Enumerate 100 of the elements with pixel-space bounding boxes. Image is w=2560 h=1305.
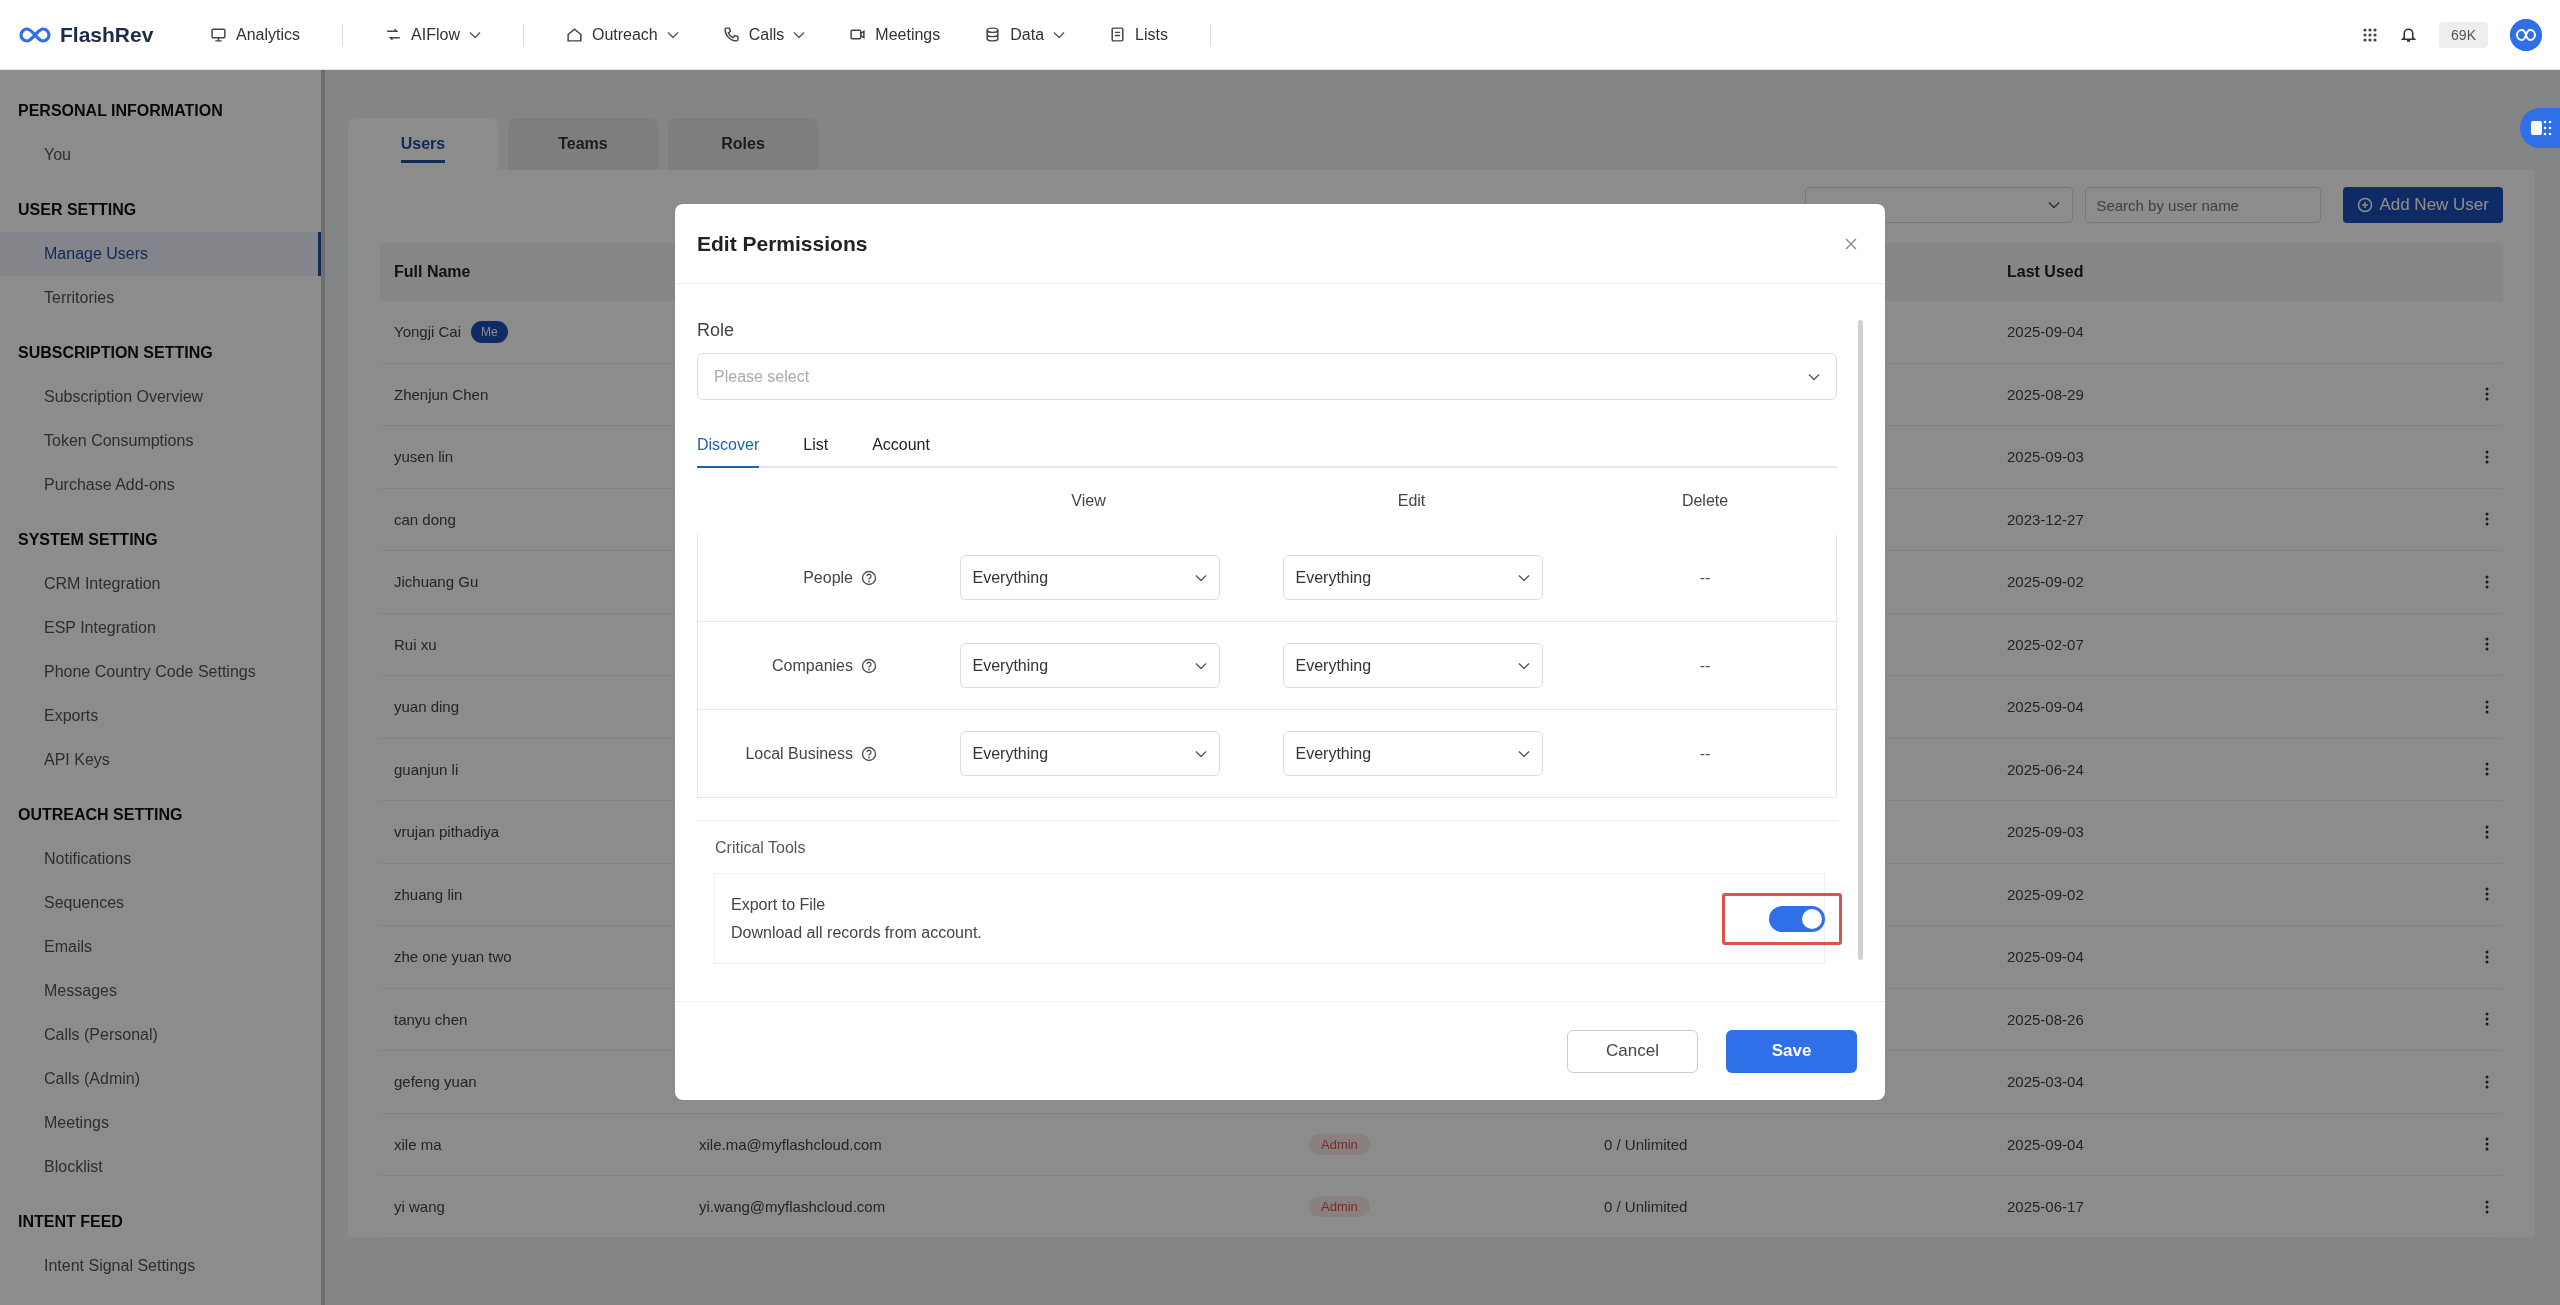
table-cell: -- [1699, 656, 1711, 674]
table-cell: can dong [394, 510, 456, 528]
plus-circle-icon [2357, 197, 2374, 213]
section-title: Critical Tools [714, 839, 807, 857]
table-cell: 2025-09-04 [2007, 948, 2084, 966]
table-cell: 0 / Unlimited [1604, 1135, 1688, 1153]
nav-item[interactable]: Outreach [553, 19, 691, 50]
table-cell: Jichuang Gu [394, 573, 479, 591]
sidebar-item[interactable]: You [0, 133, 321, 177]
tab[interactable]: Users [348, 118, 498, 170]
tab[interactable]: Discover [697, 436, 760, 468]
sidebar-item[interactable]: Territories [0, 276, 321, 320]
sidebar-item[interactable]: Calls (Admin) [0, 1057, 321, 1101]
house-icon [565, 26, 583, 43]
chevron-icon [2048, 201, 2061, 209]
nav-item[interactable]: Data [972, 19, 1078, 50]
tab[interactable]: Account [872, 436, 930, 468]
sidebar-item[interactable]: CRM Integration [0, 562, 321, 606]
table-cell: tanyu chen [394, 1010, 468, 1028]
sidebar-item[interactable]: Sequences [0, 881, 321, 925]
role-dropdown[interactable]: Please select [697, 353, 1837, 400]
nav-item[interactable]: Lists [1097, 19, 1180, 50]
sidebar-item[interactable]: Subscription Overview [0, 375, 321, 419]
edit-dropdown[interactable]: Everything [1282, 555, 1543, 600]
table-cell: 0 / Unlimited [1604, 1198, 1688, 1216]
tab[interactable]: Teams [508, 118, 658, 170]
more-icon[interactable] [2485, 1199, 2489, 1214]
save-button[interactable]: Save [1726, 1029, 1857, 1073]
table-cell: yi.wang@myflashcloud.com [699, 1198, 886, 1216]
section-title: SYSTEM SETTING [17, 530, 159, 550]
section-title: USER SETTING [17, 200, 138, 220]
sidebar-item[interactable]: Token Consumptions [0, 419, 321, 463]
nav-item[interactable]: AIFlow [373, 19, 493, 50]
sidebar-item[interactable]: ESP Integration [0, 606, 321, 650]
row-label: People [803, 568, 853, 587]
more-icon[interactable] [2485, 637, 2489, 652]
nav-item[interactable]: Analytics [198, 19, 313, 50]
bell-icon[interactable] [2400, 26, 2418, 43]
more-icon[interactable] [2485, 387, 2489, 402]
table-cell: Rui xu [394, 635, 437, 653]
sidebar-item[interactable]: Blocklist [0, 1145, 321, 1189]
apps-icon[interactable] [2362, 26, 2379, 43]
sidebar-item[interactable]: API Keys [0, 738, 321, 782]
more-icon[interactable] [2485, 1137, 2489, 1152]
more-icon[interactable] [2485, 574, 2489, 589]
table-cell: 2025-09-03 [2007, 448, 2084, 466]
more-icon[interactable] [2485, 449, 2489, 464]
chevron-icon [1517, 661, 1530, 670]
add-user-button[interactable]: Add New User [2343, 187, 2503, 223]
edit-dropdown[interactable]: Everything [1282, 643, 1543, 688]
toggle-switch[interactable] [1769, 905, 1825, 932]
help-icon [861, 745, 877, 762]
table-cell: 2025-09-04 [2007, 698, 2084, 716]
field-label: Role [697, 320, 736, 341]
credits-badge[interactable]: 69K [2439, 21, 2488, 48]
nav-item[interactable]: Meetings [837, 19, 953, 50]
tool-title: Export to File [731, 895, 827, 914]
table-cell: 2025-09-02 [2007, 885, 2084, 903]
view-dropdown[interactable]: Everything [959, 731, 1220, 776]
more-icon[interactable] [2485, 762, 2489, 777]
view-dropdown[interactable]: Everything [959, 643, 1220, 688]
cancel-button[interactable]: Cancel [1567, 1029, 1698, 1073]
avatar-icon[interactable] [2510, 18, 2542, 51]
sidebar-item[interactable]: Phone Country Code Settings [0, 650, 321, 694]
table-cell: xile.ma@myflashcloud.com [699, 1135, 882, 1153]
table-cell: 2023-12-27 [2007, 510, 2084, 528]
sidebar-item[interactable]: Messages [0, 969, 321, 1013]
chevron-icon [1808, 372, 1820, 381]
nav-item[interactable]: Calls [710, 19, 818, 50]
widget-icon[interactable] [2520, 108, 2560, 148]
sidebar-item[interactable]: Notifications [0, 837, 321, 881]
sidebar-item[interactable]: Manage Users [0, 232, 321, 276]
chevron-icon [1194, 661, 1207, 670]
sidebar-item[interactable]: Calls (Personal) [0, 1013, 321, 1057]
more-icon[interactable] [2485, 1012, 2489, 1027]
tab[interactable]: Roles [668, 118, 818, 170]
row-label: Companies [772, 656, 853, 675]
search-field[interactable]: Search by user name [2085, 187, 2322, 223]
tab[interactable]: List [803, 436, 829, 468]
sidebar-item[interactable]: Emails [0, 925, 321, 969]
dialog-title: Edit Permissions [697, 231, 868, 256]
tool-description: Download all records from account. [731, 923, 982, 942]
caret-icon [666, 30, 679, 39]
sidebar-item[interactable]: Purchase Add-ons [0, 463, 321, 507]
more-icon[interactable] [2485, 699, 2489, 714]
more-icon[interactable] [2485, 824, 2489, 839]
sidebar-item[interactable]: Meetings [0, 1101, 321, 1145]
sidebar-item[interactable]: Intent Signal Settings [0, 1244, 321, 1288]
more-icon[interactable] [2485, 1074, 2489, 1089]
caret-icon [793, 30, 806, 39]
more-icon[interactable] [2485, 512, 2489, 527]
sidebar-item[interactable]: Exports [0, 694, 321, 738]
edit-dropdown[interactable]: Everything [1282, 731, 1543, 776]
monitor-icon [210, 26, 227, 43]
more-icon[interactable] [2485, 887, 2489, 902]
help-icon [861, 569, 877, 586]
column-header: Last Used [2007, 263, 2084, 281]
more-icon[interactable] [2485, 949, 2489, 964]
view-dropdown[interactable]: Everything [959, 555, 1220, 600]
chevron-icon [1517, 573, 1530, 582]
